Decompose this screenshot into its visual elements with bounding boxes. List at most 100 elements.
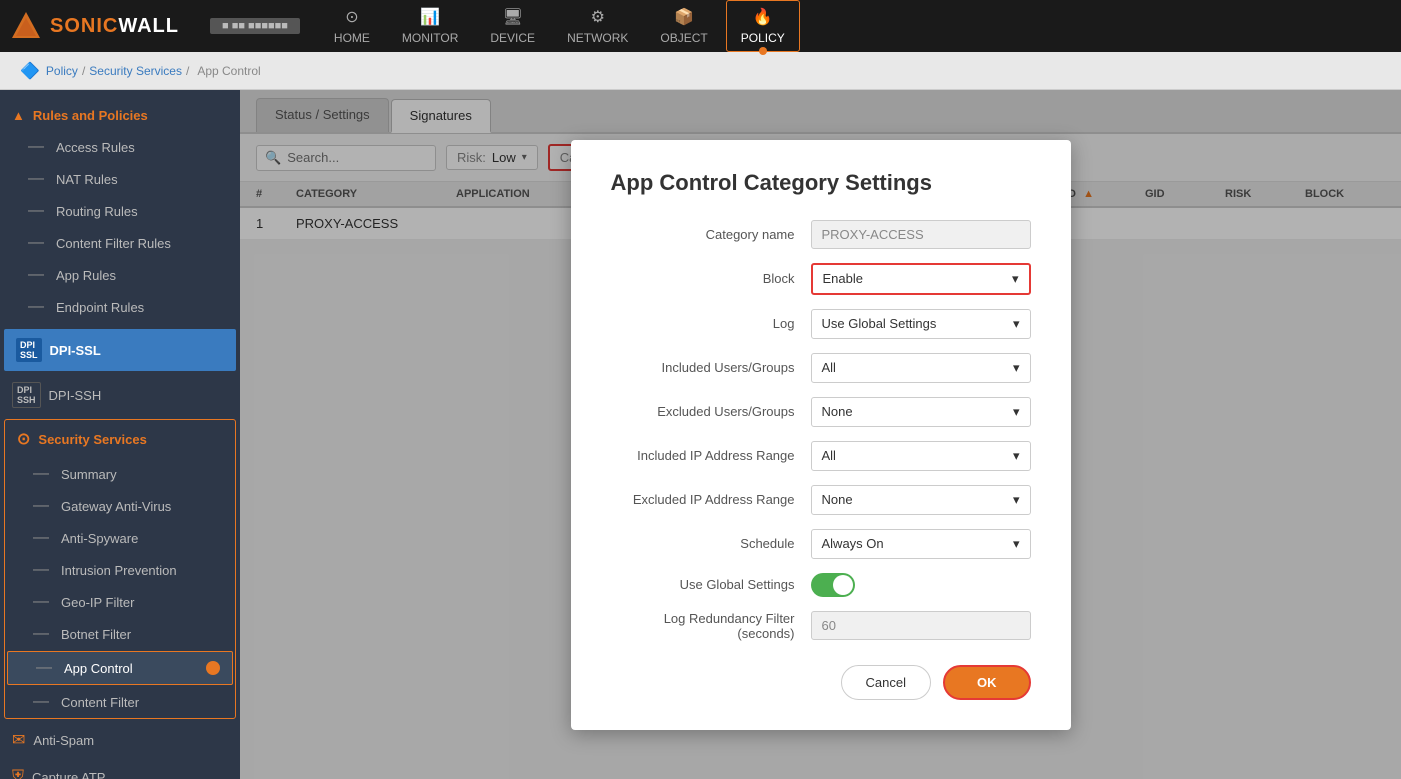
- dash-icon: —: [36, 659, 52, 677]
- object-icon: 📦: [674, 7, 694, 27]
- dash-icon: —: [33, 625, 49, 643]
- form-row-included-ip: Included IP Address Range All ▾: [611, 441, 1031, 471]
- included-users-label: Included Users/Groups: [611, 360, 811, 375]
- nav-device-label: DEVICE: [490, 31, 535, 45]
- policy-active-dot: [759, 47, 767, 55]
- dash-icon: —: [28, 234, 44, 252]
- form-row-included-users: Included Users/Groups All ▾: [611, 353, 1031, 383]
- policy-icon: 🔥: [753, 7, 773, 27]
- anti-spam-icon: ✉: [12, 730, 25, 750]
- sidebar: ▲ Rules and Policies — Access Rules — NA…: [0, 90, 240, 779]
- modal-title: App Control Category Settings: [611, 170, 1031, 196]
- nav-policy[interactable]: 🔥 POLICY: [726, 0, 800, 52]
- log-redundancy-label: Log Redundancy Filter (seconds): [611, 611, 811, 641]
- intrusion-prevention-label: Intrusion Prevention: [61, 563, 177, 578]
- capture-atp-label: Capture ATP: [32, 770, 105, 779]
- modal-buttons: Cancel OK: [611, 665, 1031, 700]
- brand-name: SONICWALL: [50, 15, 179, 38]
- nav-monitor[interactable]: 📊 MONITOR: [388, 1, 472, 51]
- cancel-button[interactable]: Cancel: [841, 665, 931, 700]
- sidebar-item-content-filter-rules[interactable]: — Content Filter Rules: [0, 227, 240, 259]
- block-label: Block: [611, 271, 811, 286]
- form-row-category: Category name: [611, 220, 1031, 249]
- dpi-ssl-label: DPI-SSL: [50, 343, 101, 358]
- security-services-label: Security Services: [38, 432, 146, 447]
- nav-object[interactable]: 📦 OBJECT: [646, 1, 721, 51]
- schedule-select[interactable]: Always On ▾: [811, 529, 1031, 559]
- global-settings-toggle[interactable]: [811, 573, 855, 597]
- excluded-users-label: Excluded Users/Groups: [611, 404, 811, 419]
- form-row-log-redundancy: Log Redundancy Filter (seconds): [611, 611, 1031, 641]
- nav-network[interactable]: ⚙ NETWORK: [553, 1, 642, 51]
- nav-home[interactable]: ⊙ HOME: [320, 1, 384, 51]
- form-row-excluded-ip: Excluded IP Address Range None ▾: [611, 485, 1031, 515]
- sidebar-anti-spam[interactable]: ✉ Anti-Spam: [0, 721, 240, 759]
- included-ip-caret-icon: ▾: [1013, 448, 1020, 464]
- sidebar-item-access-rules[interactable]: — Access Rules: [0, 131, 240, 163]
- log-caret-icon: ▾: [1013, 316, 1020, 332]
- breadcrumb-security-services[interactable]: Security Services: [89, 64, 182, 78]
- form-row-log: Log Use Global Settings ▾: [611, 309, 1031, 339]
- nav-home-label: HOME: [334, 31, 370, 45]
- app-control-indicator: [206, 661, 220, 675]
- monitor-icon: 📊: [420, 7, 440, 27]
- sidebar-item-gateway-av[interactable]: — Gateway Anti-Virus: [5, 490, 235, 522]
- sidebar-dpi-ssl[interactable]: DPISSL DPI-SSL: [4, 329, 236, 371]
- sidebar-security-services-header[interactable]: ⊙ Security Services: [5, 420, 235, 458]
- included-ip-value: All: [822, 448, 836, 463]
- sidebar-item-botnet-filter[interactable]: — Botnet Filter: [5, 618, 235, 650]
- toggle-thumb: [833, 575, 853, 595]
- nav-device[interactable]: 🖥 DEVICE: [476, 1, 549, 51]
- top-navigation: SONICWALL ■ ■■ ■■■■■■ ⊙ HOME 📊 MONITOR 🖥…: [0, 0, 1401, 52]
- nav-items: ⊙ HOME 📊 MONITOR 🖥 DEVICE ⚙ NETWORK 📦 OB…: [320, 0, 1391, 52]
- breadcrumb: 🔷 Policy / Security Services / App Contr…: [0, 52, 1401, 90]
- log-redundancy-input[interactable]: [811, 611, 1031, 640]
- included-users-select[interactable]: All ▾: [811, 353, 1031, 383]
- sidebar-item-geo-ip[interactable]: — Geo-IP Filter: [5, 586, 235, 618]
- dash-icon: —: [33, 593, 49, 611]
- sidebar-capture-atp[interactable]: ⛨ Capture ATP: [0, 759, 240, 779]
- sidebar-item-intrusion-prevention[interactable]: — Intrusion Prevention: [5, 554, 235, 586]
- sidebar-item-content-filter[interactable]: — Content Filter: [5, 686, 235, 718]
- form-row-excluded-users: Excluded Users/Groups None ▾: [611, 397, 1031, 427]
- included-ip-label: Included IP Address Range: [611, 448, 811, 463]
- included-ip-select[interactable]: All ▾: [811, 441, 1031, 471]
- anti-spam-label: Anti-Spam: [33, 733, 94, 748]
- sidebar-item-nat-rules[interactable]: — NAT Rules: [0, 163, 240, 195]
- breadcrumb-sep2: /: [186, 64, 189, 78]
- included-users-caret-icon: ▾: [1013, 360, 1020, 376]
- excluded-ip-select[interactable]: None ▾: [811, 485, 1031, 515]
- sidebar-item-app-rules[interactable]: — App Rules: [0, 259, 240, 291]
- botnet-filter-label: Botnet Filter: [61, 627, 131, 642]
- schedule-label: Schedule: [611, 536, 811, 551]
- form-row-global-settings: Use Global Settings: [611, 573, 1031, 597]
- modal-overlay: App Control Category Settings Category n…: [240, 90, 1401, 779]
- included-users-value: All: [822, 360, 836, 375]
- sidebar-item-app-control[interactable]: — App Control: [7, 651, 233, 685]
- sidebar-item-endpoint-rules[interactable]: — Endpoint Rules: [0, 291, 240, 323]
- nav-object-label: OBJECT: [660, 31, 707, 45]
- breadcrumb-policy[interactable]: Policy: [46, 64, 78, 78]
- dash-icon: —: [28, 266, 44, 284]
- form-row-block: Block Enable ▾: [611, 263, 1031, 295]
- global-settings-toggle-wrapper: [811, 573, 855, 597]
- excluded-users-select[interactable]: None ▾: [811, 397, 1031, 427]
- schedule-value: Always On: [822, 536, 884, 551]
- dash-icon: —: [28, 202, 44, 220]
- breadcrumb-icon: 🔷: [20, 61, 40, 81]
- sidebar-rules-header[interactable]: ▲ Rules and Policies: [0, 100, 240, 131]
- sidebar-item-routing-rules[interactable]: — Routing Rules: [0, 195, 240, 227]
- endpoint-rules-label: Endpoint Rules: [56, 300, 144, 315]
- sidebar-rules-label: Rules and Policies: [33, 108, 148, 123]
- dpi-ssh-badge: DPISSH: [12, 382, 41, 408]
- sidebar-item-anti-spyware[interactable]: — Anti-Spyware: [5, 522, 235, 554]
- sidebar-dpi-ssh[interactable]: DPISSH DPI-SSH: [0, 373, 240, 417]
- breadcrumb-current: App Control: [197, 64, 260, 78]
- dash-icon: —: [33, 529, 49, 547]
- block-select[interactable]: Enable ▾: [811, 263, 1031, 295]
- ok-button[interactable]: OK: [943, 665, 1031, 700]
- geo-ip-label: Geo-IP Filter: [61, 595, 134, 610]
- log-select[interactable]: Use Global Settings ▾: [811, 309, 1031, 339]
- dash-icon: —: [28, 298, 44, 316]
- sidebar-item-summary[interactable]: — Summary: [5, 458, 235, 490]
